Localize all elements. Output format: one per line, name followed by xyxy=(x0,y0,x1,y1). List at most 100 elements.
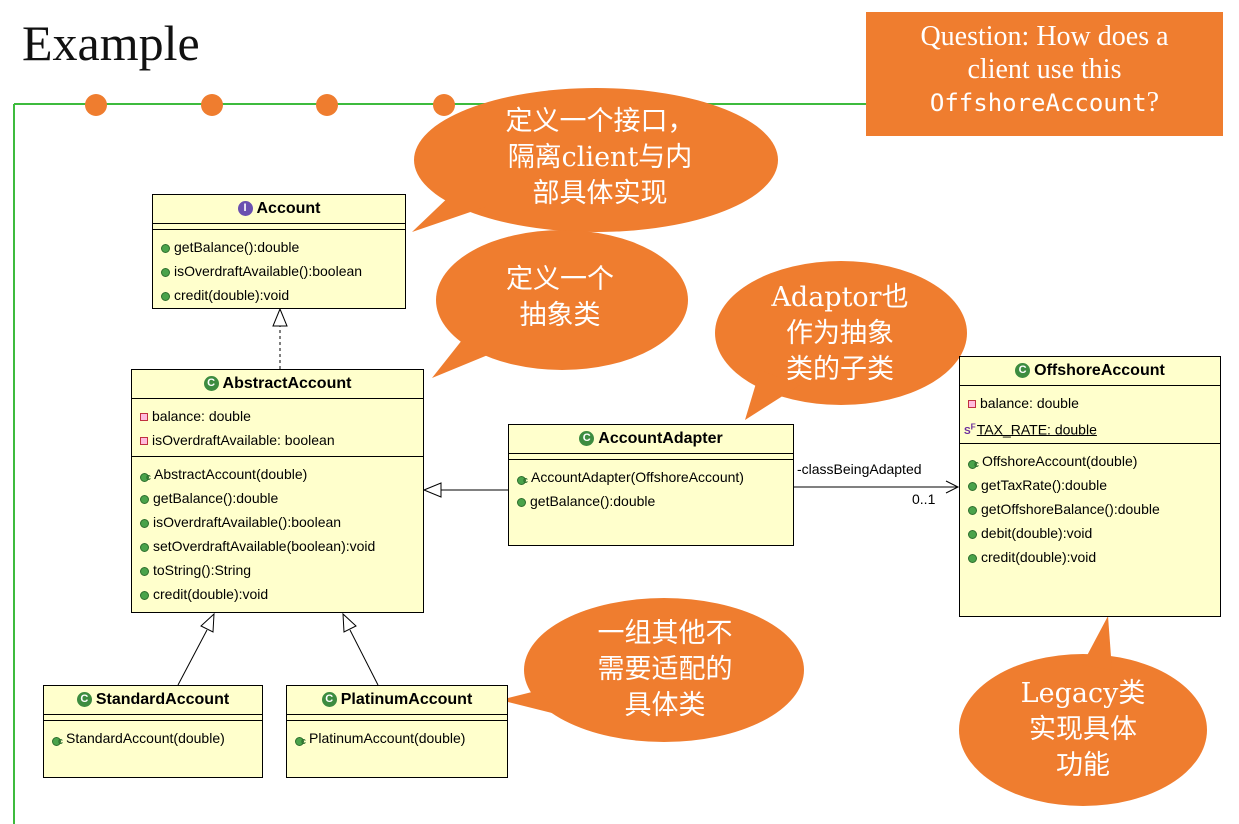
class-abstract-account-name: AbstractAccount xyxy=(222,375,352,392)
bubble-interface-line-3: 部具体实现 xyxy=(532,178,668,209)
class-platinum-account-name: PlatinumAccount xyxy=(340,691,473,708)
bubble-legacy-line-2: 实现具体 xyxy=(1029,714,1137,745)
public-method-icon xyxy=(161,291,170,301)
platinum-ctor-text: PlatinumAccount(double) xyxy=(309,730,466,746)
class-platinum-account-header: C PlatinumAccount xyxy=(287,686,507,715)
class-account[interactable]: I Account getBalance():double isOverdraft… xyxy=(152,194,406,309)
question-box: Question: How does a client use this Off… xyxy=(866,12,1223,136)
abstract-field-text: balance: double xyxy=(152,408,251,424)
platinum-generalization-arrowhead xyxy=(342,612,357,633)
bubble-concrete-line-2: 需要适配的 xyxy=(597,654,733,685)
bubble-interface-line-1: 定义一个接口， xyxy=(505,106,695,137)
class-icon: C xyxy=(203,376,219,392)
class-account-header: I Account xyxy=(153,195,405,224)
constructor-marker: c xyxy=(58,736,64,747)
public-method-icon xyxy=(140,494,149,504)
constructor-marker: c xyxy=(146,472,152,483)
constructor-marker: c xyxy=(523,475,529,486)
abstract-ctor-row: c AbstractAccount(double) xyxy=(132,462,423,486)
constructor-marker: c xyxy=(974,459,980,470)
account-method-text: credit(double):void xyxy=(174,287,290,303)
static-marker: S xyxy=(964,426,971,438)
bubble-adaptor-line-1: Adaptor也 xyxy=(771,282,909,313)
abstract-ctor-text: AbstractAccount(double) xyxy=(154,466,308,482)
bubble-abstract-text: 定义一个 抽象类 xyxy=(460,262,660,334)
adapter-ctor-row: c AccountAdapter(OffshoreAccount) xyxy=(509,465,793,489)
offshore-field-text: balance: double xyxy=(980,395,1079,411)
bubble-legacy-tail xyxy=(1082,616,1112,670)
private-field-icon xyxy=(140,437,148,446)
final-marker: F xyxy=(970,422,976,432)
class-offshore-account-name: OffshoreAccount xyxy=(1034,362,1165,379)
class-account-adapter[interactable]: C AccountAdapter c AccountAdapter(Offshore… xyxy=(508,424,794,546)
class-abstract-account-header: C AbstractAccount xyxy=(132,370,423,399)
association-multiplicity-label: 0..1 xyxy=(912,491,936,507)
class-account-name: Account xyxy=(256,200,321,217)
interface-icon: I xyxy=(237,201,253,217)
class-icon: C xyxy=(1015,363,1031,379)
bubble-abstract-line-1: 定义一个 xyxy=(506,264,614,295)
class-account-adapter-header: C AccountAdapter xyxy=(509,425,793,454)
private-field-icon xyxy=(968,400,976,409)
constructor-icon: c xyxy=(295,732,306,747)
bubble-abstract-line-2: 抽象类 xyxy=(519,300,601,331)
public-method-icon xyxy=(968,481,977,491)
offshore-static-field-row: SFTAX_RATE: double xyxy=(960,415,1220,439)
public-method-icon xyxy=(140,542,149,552)
class-icon: C xyxy=(579,431,595,447)
class-standard-account-name: StandardAccount xyxy=(95,691,230,708)
offshore-method-row: debit(double):void xyxy=(960,521,1220,545)
abstract-method-text: getBalance():double xyxy=(153,490,279,506)
public-method-icon xyxy=(161,243,170,253)
abstract-field-text: isOverdraftAvailable: boolean xyxy=(152,432,335,448)
question-mark: ? xyxy=(1146,87,1160,118)
adapter-method-row: getBalance():double xyxy=(509,489,793,513)
class-icon: C xyxy=(76,692,92,708)
constructor-icon: c xyxy=(517,471,528,486)
question-line-1: Question: How does a xyxy=(920,21,1169,52)
abstract-method-row: credit(double):void xyxy=(132,582,423,606)
offshore-ctor-row: c OffshoreAccount(double) xyxy=(960,449,1220,473)
abstract-method-row: toString():String xyxy=(132,558,423,582)
bubble-legacy-line-3: 功能 xyxy=(1056,750,1110,781)
public-method-icon xyxy=(161,267,170,277)
adapter-generalization-arrowhead xyxy=(422,482,442,498)
offshore-method-text: debit(double):void xyxy=(981,525,1093,541)
offshore-ctor-text: OffshoreAccount(double) xyxy=(982,453,1138,469)
abstract-method-row: isOverdraftAvailable():boolean xyxy=(132,510,423,534)
abstract-method-text: setOverdraftAvailable(boolean):void xyxy=(153,538,376,554)
offshore-method-row: getTaxRate():double xyxy=(960,473,1220,497)
class-abstract-account[interactable]: C AbstractAccount balance: double isOverd… xyxy=(131,369,424,613)
class-standard-account[interactable]: C StandardAccount c StandardAccount(double… xyxy=(43,685,263,778)
bubble-adaptor-text: Adaptor也 作为抽象 类的子类 xyxy=(735,280,945,388)
abstract-method-text: credit(double):void xyxy=(153,586,269,602)
timeline-dot-2 xyxy=(201,94,223,116)
offshore-method-text: getTaxRate():double xyxy=(981,477,1108,493)
constructor-icon: c xyxy=(140,468,151,483)
adapter-ctor-text: AccountAdapter(OffshoreAccount) xyxy=(531,469,744,485)
timeline-dot-1 xyxy=(85,94,107,116)
offshore-method-row: credit(double):void xyxy=(960,545,1220,569)
class-account-adapter-name: AccountAdapter xyxy=(598,430,723,447)
bubble-adaptor-line-3: 类的子类 xyxy=(786,354,894,385)
bubble-concrete-text: 一组其他不 需要适配的 具体类 xyxy=(545,616,785,724)
bubble-interface-text: 定义一个接口， 隔离client与内 部具体实现 xyxy=(440,104,760,212)
bubble-concrete-line-1: 一组其他不 xyxy=(597,618,733,649)
class-offshore-account[interactable]: C OffshoreAccount balance: double SFTAX_R… xyxy=(959,356,1221,617)
constructor-icon: c xyxy=(968,455,979,470)
constructor-marker: c xyxy=(301,736,307,747)
adapter-method-text: getBalance():double xyxy=(530,493,656,509)
platinum-ctor-row: c PlatinumAccount(double) xyxy=(287,726,507,750)
private-field-icon xyxy=(140,413,148,422)
public-method-icon xyxy=(140,566,149,576)
realization-arrowhead xyxy=(272,307,288,327)
question-code: OffshoreAccount xyxy=(929,89,1147,117)
abstract-method-row: getBalance():double xyxy=(132,486,423,510)
class-standard-account-header: C StandardAccount xyxy=(44,686,262,715)
question-line-2: client use this xyxy=(967,54,1122,85)
bubble-concrete-line-3: 具体类 xyxy=(624,690,706,721)
abstract-method-text: isOverdraftAvailable():boolean xyxy=(153,514,342,530)
class-platinum-account[interactable]: C PlatinumAccount c PlatinumAccount(double… xyxy=(286,685,508,778)
public-method-icon xyxy=(968,553,977,563)
account-method-row: getBalance():double xyxy=(153,235,405,259)
